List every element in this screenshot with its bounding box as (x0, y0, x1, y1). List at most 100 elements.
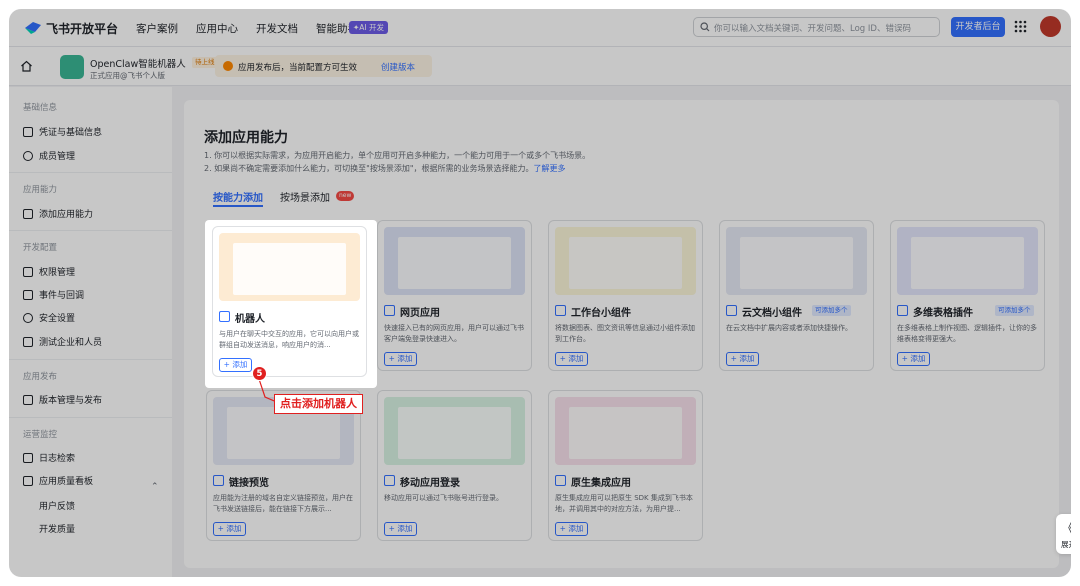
app-name[interactable]: OpenClaw智能机器人 (90, 56, 186, 70)
sidebar-item-test-tenants[interactable]: 测试企业和人员 (23, 335, 102, 348)
card-preview-image (219, 233, 360, 301)
card-preview-inner (569, 407, 682, 459)
sidebar-item-versions[interactable]: 版本管理与发布 (23, 393, 102, 406)
sidebar-item-credentials[interactable]: 凭证与基础信息 (23, 125, 102, 138)
sidebar-group-basic: 基础信息 (23, 103, 58, 113)
sidebar-divider (9, 230, 172, 231)
capability-card[interactable]: 机器人 与用户在聊天中交互的应用，它可以向用户或群组自动发送消息，响应用户的消..… (212, 226, 367, 377)
feishu-logo-icon[interactable] (23, 19, 43, 35)
permission-icon (23, 266, 33, 277)
sidebar-item-events[interactable]: 事件与回调 (23, 288, 84, 301)
card-preview-inner (227, 407, 340, 459)
sidebar-group-dev: 开发配置 (23, 243, 58, 253)
create-version-link[interactable]: 创建版本 (381, 61, 415, 73)
card-description: 在多维表格上制作视图、逻辑插件，让你的多维表格变得更强大。 (897, 324, 1037, 343)
capability-card[interactable]: 原生集成应用 原生集成应用可以把原生 SDK 集成到飞书本地，并调用其中的对应方法… (548, 390, 703, 541)
capability-card[interactable]: 云文档小组件 可添加多个 在云文档中扩展内容或者添加快捷操作。 + 添加 (719, 220, 874, 371)
credential-icon (23, 126, 33, 137)
sidebar-item-logs[interactable]: 日志检索 (23, 451, 75, 464)
sidebar-item-quality[interactable]: 应用质量看板 (23, 474, 93, 487)
nav-links: 客户案例 应用中心 开发文档 智能助手 (136, 21, 358, 36)
chevron-up-icon[interactable]: ⌃ (151, 482, 159, 492)
add-capability-button[interactable]: + 添加 (219, 358, 252, 372)
sidebar-divider (9, 417, 172, 418)
card-description: 应用能为注册的域名自定义链接预览，用户在飞书发送链接后，能在链接下方展示... (213, 494, 353, 513)
capability-icon (555, 305, 566, 316)
sidebar-item-label: 日志检索 (39, 454, 76, 464)
add-capability-button[interactable]: + 添加 (384, 522, 417, 536)
expand-panel-button[interactable]: 《 展开 (1056, 514, 1071, 554)
warning-icon (223, 61, 233, 71)
sidebar-item-permissions[interactable]: 权限管理 (23, 265, 75, 278)
capability-icon (897, 305, 908, 316)
card-preview-image (555, 227, 696, 295)
sidebar-item-security[interactable]: 安全设置 (23, 311, 75, 324)
sidebar-item-label: 成员管理 (39, 152, 76, 162)
search-input[interactable]: 你可以输入文档关键词、开发问题、Log ID、错误码 (693, 17, 940, 37)
card-title: 链接预览 (229, 478, 269, 489)
card-title: 工作台小组件 (571, 308, 631, 319)
capability-icon (555, 475, 566, 486)
description-line-1: 1. 你可以根据实际需求，为应用开启能力，单个应用可开启多种能力，一个能力可用于… (204, 151, 591, 160)
nav-link-app-center[interactable]: 应用中心 (196, 21, 238, 36)
app-header: OpenClaw智能机器人 待上线 正式应用@飞书个人版 应用发布后，当前配置方… (9, 47, 1071, 86)
capability-card[interactable]: 工作台小组件 将数据图表、图文资讯等信息通过小组件添加到工作台。 + 添加 (548, 220, 703, 371)
sidebar-divider (9, 359, 172, 360)
sidebar-item-label: 安全设置 (39, 314, 76, 324)
learn-more-link[interactable]: 了解更多 (534, 164, 566, 173)
log-icon (23, 452, 33, 463)
apps-grid-icon[interactable] (1014, 20, 1027, 33)
expand-label: 展开 (1061, 540, 1071, 549)
tab-by-capability[interactable]: 按能力添加 (213, 189, 263, 204)
nav-link-cases[interactable]: 客户案例 (136, 21, 178, 36)
sidebar-divider (9, 172, 172, 173)
tab-by-scenario[interactable]: 按场景添加 (280, 189, 330, 204)
capability-icon (219, 311, 230, 322)
developer-console-button[interactable]: 开发者后台 (951, 17, 1005, 37)
add-capability-button[interactable]: + 添加 (555, 522, 588, 536)
home-icon[interactable] (20, 60, 33, 72)
capability-card[interactable]: 多维表格插件 可添加多个 在多维表格上制作视图、逻辑插件，让你的多维表格变得更强大。… (890, 220, 1045, 371)
card-title: 原生集成应用 (571, 478, 631, 489)
sidebar-item-label: 测试企业和人员 (39, 338, 103, 348)
version-icon (23, 394, 33, 405)
card-preview-inner (233, 243, 346, 295)
capability-card[interactable]: 移动应用登录 移动应用可以通过飞书账号进行登录。 + 添加 (377, 390, 532, 541)
event-icon (23, 289, 33, 300)
double-chevron-left-icon: 《 (1062, 519, 1071, 536)
capability-icon (384, 305, 395, 316)
page-title: 添加应用能力 (204, 130, 288, 146)
member-icon (23, 150, 33, 161)
notice-text: 应用发布后，当前配置方可生效 (238, 63, 358, 73)
capability-card[interactable]: 网页应用快速接入已有的网页应用，用户可以通过飞书客户端免登录快速进入。 + 添加 (377, 220, 532, 371)
add-capability-button[interactable]: + 添加 (726, 352, 759, 366)
card-preview-inner (398, 237, 511, 289)
card-preview-image (384, 227, 525, 295)
step-number-badge: 5 (252, 366, 267, 381)
card-title: 网页应用 (400, 308, 440, 319)
sidebar-subitem-feedback[interactable]: 用户反馈 (39, 499, 75, 512)
sidebar-group-release: 应用发布 (23, 372, 58, 382)
ai-dev-badge[interactable]: ✦AI 开发 (349, 21, 389, 34)
add-capability-button[interactable]: + 添加 (897, 352, 930, 366)
user-avatar[interactable] (1040, 16, 1061, 37)
card-preview-inner (740, 237, 853, 289)
sidebar-item-members[interactable]: 成员管理 (23, 149, 75, 162)
app-robot-icon (60, 55, 84, 79)
sidebar-item-add-capability[interactable]: 添加应用能力 (23, 207, 93, 220)
add-capability-button[interactable]: + 添加 (213, 522, 246, 536)
sidebar-subitem-dev-quality[interactable]: 开发质量 (39, 522, 75, 535)
capability-icon (384, 475, 395, 486)
card-title: 云文档小组件 (742, 308, 802, 319)
card-description: 快速接入已有的网页应用，用户可以通过飞书客户端免登录快速进入。 (384, 324, 524, 343)
card-preview-image (726, 227, 867, 295)
card-tag: 可添加多个 (812, 305, 851, 316)
add-capability-button[interactable]: + 添加 (384, 352, 417, 366)
card-tag: 可添加多个 (995, 305, 1034, 316)
card-description: 移动应用可以通过飞书账号进行登录。 (384, 494, 503, 502)
capability-icon (726, 305, 737, 316)
add-capability-button[interactable]: + 添加 (555, 352, 588, 366)
publish-notice: 应用发布后，当前配置方可生效 创建版本 (215, 55, 432, 77)
nav-link-docs[interactable]: 开发文档 (256, 21, 298, 36)
brand-name[interactable]: 飞书开放平台 (46, 20, 118, 37)
